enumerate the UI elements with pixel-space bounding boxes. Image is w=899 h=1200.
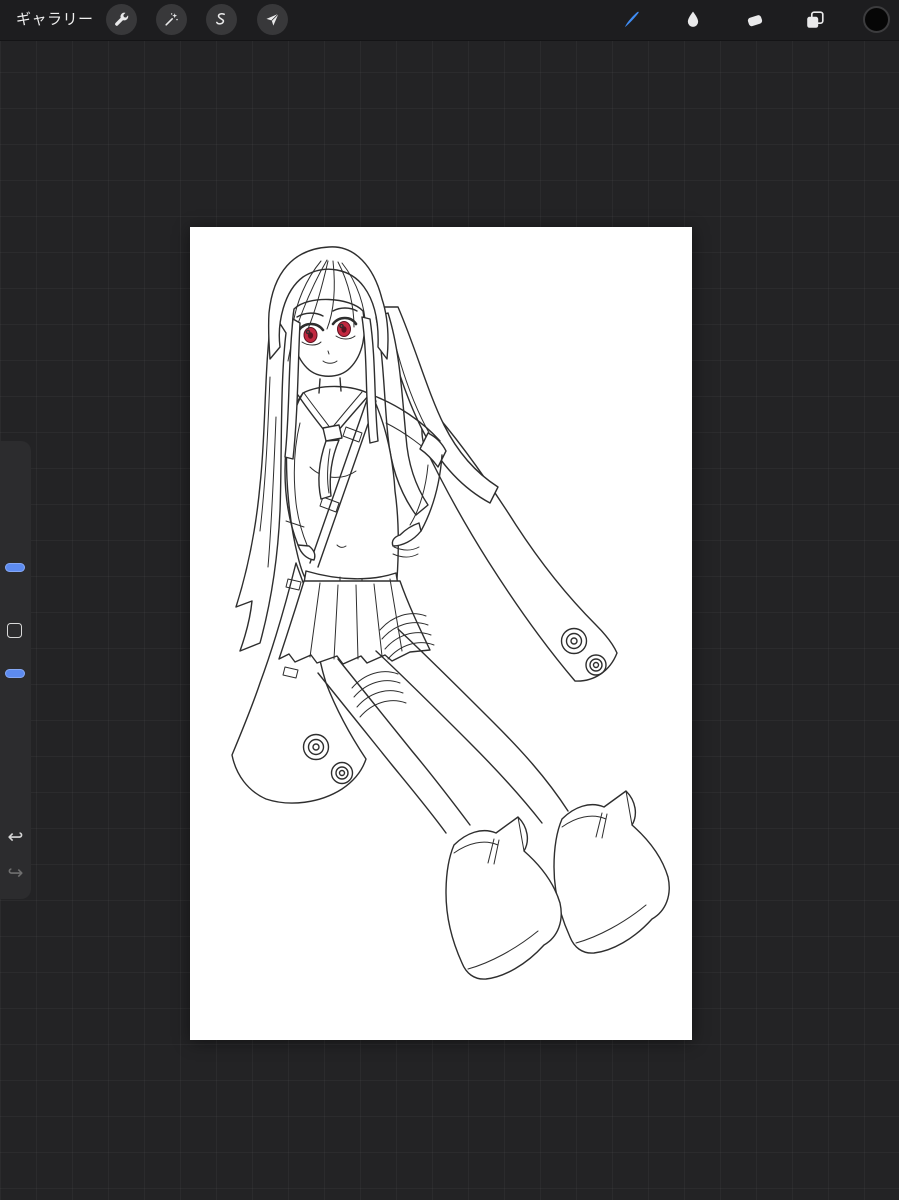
undo-button[interactable]: ↩ xyxy=(0,825,31,851)
selection-button[interactable] xyxy=(206,4,237,35)
smudge-icon xyxy=(687,11,699,27)
face xyxy=(291,298,366,377)
layers-icon xyxy=(807,11,824,28)
transform-arrow-icon xyxy=(266,13,279,26)
top-toolbar: ギャラリー xyxy=(0,0,899,41)
brush-size-slider[interactable] xyxy=(5,563,25,572)
layers-button[interactable] xyxy=(799,4,831,36)
selection-icon xyxy=(216,13,225,25)
paint-tool-button[interactable] xyxy=(616,4,648,36)
brush-icon xyxy=(624,11,639,28)
redo-button[interactable]: ↪ xyxy=(0,861,31,887)
pleated-skirt xyxy=(278,578,431,665)
actions-button[interactable] xyxy=(106,4,137,35)
adjustments-button[interactable] xyxy=(156,4,187,35)
eraser-icon xyxy=(747,15,763,27)
anime-girl-line-art xyxy=(231,246,670,980)
opacity-slider[interactable] xyxy=(5,669,25,678)
magic-wand-icon xyxy=(165,13,178,26)
left-boot xyxy=(445,816,562,980)
right-boot xyxy=(553,790,670,954)
drawing-canvas[interactable] xyxy=(190,227,692,1040)
smudge-tool-button[interactable] xyxy=(677,4,709,36)
transform-button[interactable] xyxy=(257,4,288,35)
erase-tool-button[interactable] xyxy=(739,4,771,36)
brush-sidebar: ↩ ↪ xyxy=(0,441,31,899)
color-swatch-button[interactable] xyxy=(863,6,890,33)
modify-button[interactable] xyxy=(7,623,22,638)
wrench-icon xyxy=(115,12,129,26)
gallery-button[interactable]: ギャラリー xyxy=(16,0,94,40)
